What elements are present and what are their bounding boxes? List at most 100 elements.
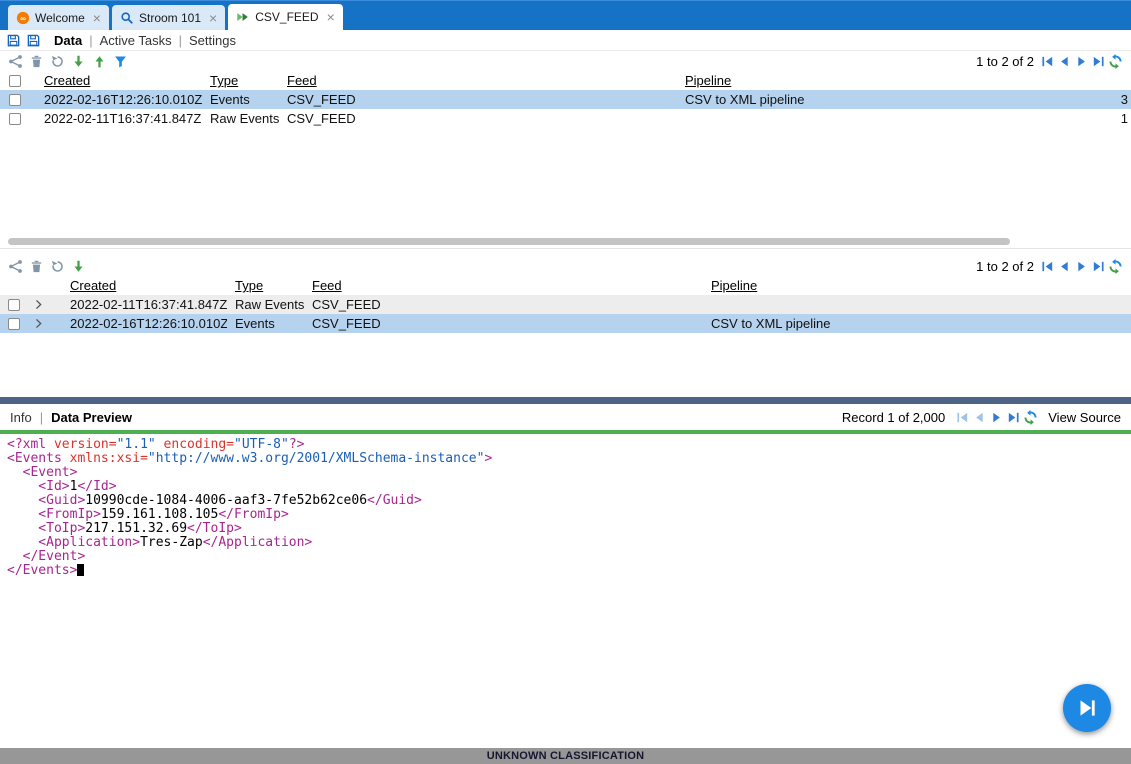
data-preview-pane: Info | Data Preview Record 1 of 2,000 Vi…	[0, 404, 1131, 748]
page-prev-icon[interactable]	[1057, 259, 1072, 274]
menu-item-data[interactable]: Data	[54, 33, 82, 48]
stream-list-pane: 1 to 2 of 2 CreatedTypeFeedPipeline 2022…	[0, 51, 1131, 248]
column-header-type[interactable]: Type	[227, 276, 304, 295]
table-row[interactable]: 2022-02-16T12:26:10.010ZEventsCSV_FEEDCS…	[0, 90, 1131, 109]
page-prev-icon[interactable]	[972, 410, 987, 425]
lower-grid-body: 2022-02-11T16:37:41.847ZRaw EventsCSV_FE…	[0, 295, 1131, 333]
download-icon[interactable]	[71, 259, 86, 274]
process-icon[interactable]	[8, 54, 23, 69]
select-all-checkbox[interactable]	[9, 75, 21, 87]
stroom-logo-icon: ∞	[16, 11, 30, 25]
upload-icon[interactable]	[92, 54, 107, 69]
expander-icon[interactable]	[32, 298, 45, 311]
close-icon[interactable]: ×	[209, 11, 217, 25]
column-header-created[interactable]: Created	[36, 71, 202, 90]
upper-grid-body: 2022-02-16T12:26:10.010ZEventsCSV_FEEDCS…	[0, 90, 1131, 128]
process-icon[interactable]	[8, 259, 23, 274]
horizontal-scrollbar[interactable]	[8, 238, 1010, 245]
refresh-icon[interactable]	[1023, 410, 1038, 425]
close-icon[interactable]: ×	[93, 11, 101, 25]
page-first-icon[interactable]	[1040, 54, 1055, 69]
menu-item-active-tasks[interactable]: Active Tasks	[100, 33, 172, 48]
cell-type: Raw Events	[227, 295, 304, 314]
cell-type: Events	[227, 314, 304, 333]
page-first-icon[interactable]	[1040, 259, 1055, 274]
tab-label: Welcome	[35, 11, 85, 25]
column-header-pipeline[interactable]: Pipeline	[677, 71, 1097, 90]
page-first-icon[interactable]	[955, 410, 970, 425]
tab-data-preview[interactable]: Data Preview	[51, 410, 132, 425]
refresh-icon[interactable]	[1108, 259, 1123, 274]
row-checkbox[interactable]	[9, 113, 21, 125]
horizontal-scrollbar-dark[interactable]	[0, 397, 1131, 404]
tab-csv-feed[interactable]: CSV_FEED ×	[228, 4, 343, 30]
page-next-icon[interactable]	[989, 410, 1004, 425]
svg-text:∞: ∞	[20, 13, 26, 22]
table-row[interactable]: 2022-02-11T16:37:41.847ZRaw EventsCSV_FE…	[0, 295, 1131, 314]
close-icon[interactable]: ×	[327, 10, 335, 24]
text-cursor	[77, 564, 84, 576]
tab-label: CSV_FEED	[255, 10, 318, 24]
cell-feed: CSV_FEED	[279, 90, 677, 109]
pane-splitter[interactable]	[0, 248, 1131, 256]
cell-feed: CSV_FEED	[279, 109, 677, 128]
column-header-created[interactable]: Created	[62, 276, 227, 295]
table-row[interactable]: 2022-02-16T12:26:10.010ZEventsCSV_FEEDCS…	[0, 314, 1131, 333]
stream-list-toolbar: 1 to 2 of 2	[0, 51, 1131, 71]
row-checkbox[interactable]	[9, 94, 21, 106]
page-prev-icon[interactable]	[1057, 54, 1072, 69]
column-header-type[interactable]: Type	[202, 71, 279, 90]
refresh-icon[interactable]	[1108, 54, 1123, 69]
filter-icon[interactable]	[113, 54, 128, 69]
column-header-pipeline[interactable]: Pipeline	[703, 276, 1131, 295]
page-next-icon[interactable]	[1074, 259, 1089, 274]
separator: |	[179, 33, 182, 48]
download-icon[interactable]	[71, 54, 86, 69]
stroom-app: ∞ Welcome × Stroom 101 × CSV_FEED × Data…	[0, 0, 1131, 764]
undo-icon[interactable]	[50, 259, 65, 274]
undo-icon[interactable]	[50, 54, 65, 69]
cell-created: 2022-02-16T12:26:10.010Z	[36, 90, 202, 109]
save-all-icon[interactable]	[26, 33, 41, 48]
record-label: Record 1 of 2,000	[842, 410, 945, 425]
xml-content[interactable]: <?xml version="1.1" encoding="UTF-8"?><E…	[0, 434, 1131, 748]
step-forward-icon	[1074, 695, 1100, 721]
column-header-feed[interactable]: Feed	[304, 276, 703, 295]
tab-welcome[interactable]: ∞ Welcome ×	[8, 5, 109, 30]
view-source-link[interactable]: View Source	[1048, 410, 1121, 425]
cell-count: 3	[1097, 90, 1131, 109]
stream-detail-grid: CreatedTypeFeedPipeline 2022-02-11T16:37…	[0, 276, 1131, 333]
page-next-icon[interactable]	[1074, 54, 1089, 69]
tab-stroom-101[interactable]: Stroom 101 ×	[112, 5, 225, 30]
search-icon	[120, 11, 134, 25]
cell-feed: CSV_FEED	[304, 295, 703, 314]
classification-bar: UNKNOWN CLASSIFICATION	[0, 748, 1131, 764]
tab-info[interactable]: Info	[10, 410, 32, 425]
page-last-icon[interactable]	[1091, 259, 1106, 274]
stream-detail-toolbar-icons	[8, 259, 86, 274]
step-forward-button[interactable]	[1063, 684, 1111, 732]
row-checkbox[interactable]	[8, 299, 20, 311]
pager-label: 1 to 2 of 2	[976, 54, 1034, 69]
expander-icon[interactable]	[32, 317, 45, 330]
page-last-icon[interactable]	[1091, 54, 1106, 69]
lower-grid-header: CreatedTypeFeedPipeline	[0, 276, 1131, 295]
table-row[interactable]: 2022-02-11T16:37:41.847ZRaw EventsCSV_FE…	[0, 109, 1131, 128]
separator: |	[89, 33, 92, 48]
menu-bar: Data | Active Tasks | Settings	[0, 30, 1131, 51]
column-header-feed[interactable]: Feed	[279, 71, 677, 90]
separator: |	[40, 410, 43, 425]
delete-icon[interactable]	[29, 259, 44, 274]
delete-icon[interactable]	[29, 54, 44, 69]
row-checkbox[interactable]	[8, 318, 20, 330]
cell-created: 2022-02-11T16:37:41.847Z	[62, 295, 227, 314]
save-icon[interactable]	[6, 33, 21, 48]
menu-item-settings[interactable]: Settings	[189, 33, 236, 48]
pager-label: 1 to 2 of 2	[976, 259, 1034, 274]
stream-list-toolbar-icons	[8, 54, 128, 69]
stream-detail-pane: 1 to 2 of 2 CreatedTypeFeedPipeline 2022…	[0, 256, 1131, 397]
stream-detail-pager: 1 to 2 of 2	[976, 259, 1123, 274]
tab-label: Stroom 101	[139, 11, 201, 25]
cell-type: Events	[202, 90, 279, 109]
page-last-icon[interactable]	[1006, 410, 1021, 425]
